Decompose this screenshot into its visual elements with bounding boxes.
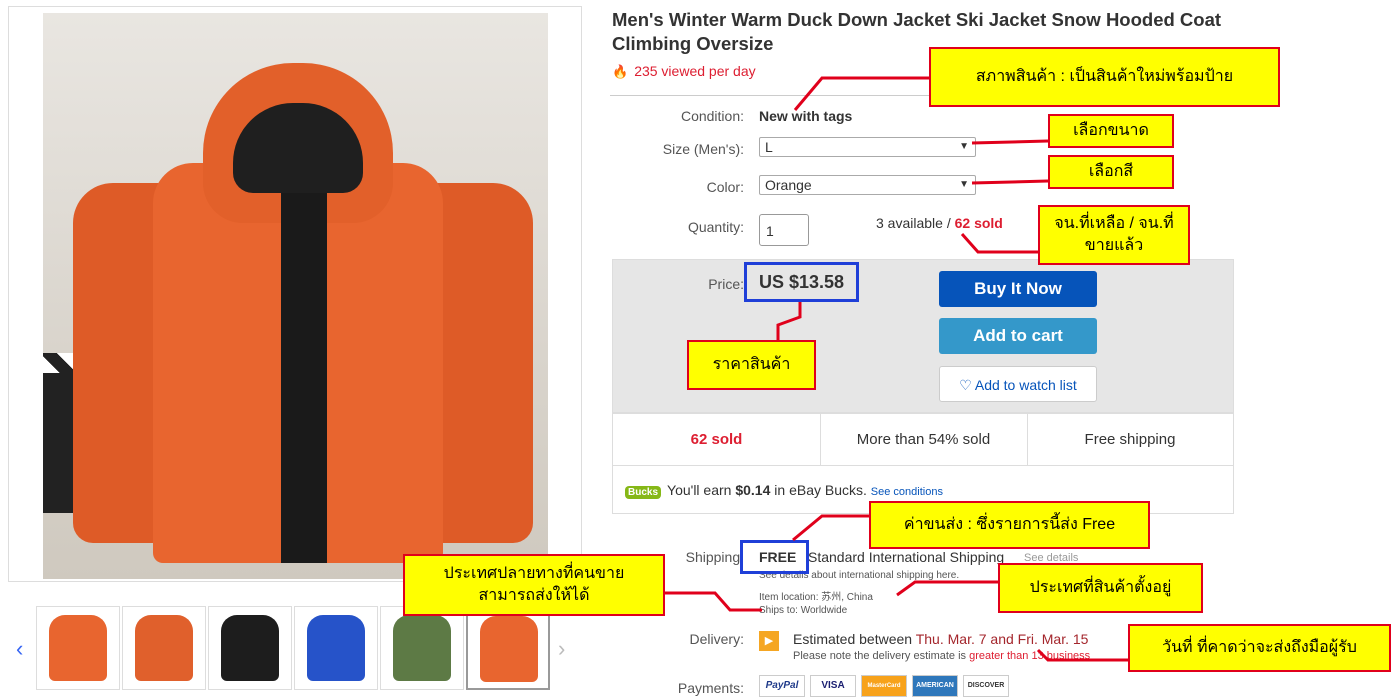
color-label: Color: bbox=[706, 179, 744, 195]
leader-quantity bbox=[960, 233, 1038, 254]
main-product-image[interactable] bbox=[8, 6, 582, 582]
stat-free-shipping: Free shipping bbox=[1084, 431, 1176, 448]
fire-icon: 🔥 bbox=[612, 64, 629, 79]
jacket-zipper bbox=[281, 193, 327, 563]
item-location: Item location: 苏州, China bbox=[759, 592, 873, 603]
availability: 3 available / 62 sold bbox=[876, 215, 1003, 231]
annotation-location: ประเทศที่สินค้าตั้งอยู่ bbox=[998, 563, 1203, 613]
leader-location bbox=[896, 580, 998, 597]
annotation-delivery-date: วันที่ ที่คาดว่าจะส่งถึงมือผู้รับ bbox=[1128, 624, 1391, 672]
condition-value: New with tags bbox=[759, 108, 853, 124]
delivery-estimate: Estimated between Thu. Mar. 7 and Fri. M… bbox=[793, 631, 1088, 647]
shipping-method: Standard International Shipping bbox=[808, 549, 1005, 565]
jacket-photo bbox=[43, 13, 548, 579]
bucks-text-post: in eBay Bucks. bbox=[770, 482, 871, 498]
free-shipping-highlight bbox=[740, 540, 809, 574]
visa-icon: VISA bbox=[810, 675, 856, 697]
color-selected-value: Orange bbox=[765, 177, 812, 193]
quantity-label: Quantity: bbox=[687, 219, 744, 235]
add-to-cart-button[interactable]: Add to cart bbox=[939, 318, 1097, 354]
bucks-amount: $0.14 bbox=[735, 482, 771, 498]
buy-it-now-button[interactable]: Buy It Now bbox=[939, 271, 1097, 307]
leader-shipping bbox=[792, 514, 869, 542]
annotation-price: ราคาสินค้า bbox=[687, 340, 816, 390]
delivery-label: Delivery: bbox=[689, 631, 744, 647]
annotation-color: เลือกสี bbox=[1048, 155, 1174, 189]
see-conditions-link[interactable]: See conditions bbox=[871, 486, 943, 498]
leader-size bbox=[971, 139, 1049, 145]
sales-stats: 62 sold More than 54% sold Free shipping bbox=[612, 413, 1234, 466]
sold-count: 62 sold bbox=[954, 215, 1003, 231]
delivery-note-text: Please note the delivery estimate is bbox=[793, 650, 970, 662]
thumbnail[interactable] bbox=[380, 606, 464, 690]
leader-destination bbox=[664, 591, 762, 612]
delivery-note: Please note the delivery estimate is gre… bbox=[793, 650, 1090, 662]
stat-percent-sold: More than 54% sold bbox=[856, 431, 991, 448]
quantity-input[interactable]: 1 bbox=[759, 214, 809, 246]
price-highlight bbox=[744, 262, 859, 302]
stat-sold: 62 sold bbox=[690, 431, 743, 448]
size-label: Size (Men's): bbox=[662, 141, 744, 157]
ships-to: Ships to: Worldwide bbox=[759, 605, 848, 616]
delivery-note-red: greater than 13 business bbox=[969, 650, 1091, 662]
thumb-prev-arrow-icon[interactable]: ‹ bbox=[16, 636, 23, 662]
condition-label: Condition: bbox=[680, 108, 744, 124]
thumbnail[interactable] bbox=[36, 606, 120, 690]
annotation-shipping-cost: ค่าขนส่ง : ซึ่งรายการนี้ส่ง Free bbox=[869, 501, 1150, 549]
bucks-text: You'll earn bbox=[667, 482, 736, 498]
thumb-next-arrow-icon[interactable]: › bbox=[558, 636, 565, 662]
ebay-bucks-logo: Bucks bbox=[625, 486, 662, 499]
color-select[interactable]: Orange ▼ bbox=[759, 175, 976, 195]
thumbnail[interactable] bbox=[122, 606, 206, 690]
size-selected-value: L bbox=[765, 139, 773, 155]
add-to-watch-list-button[interactable]: ♡ Add to watch list bbox=[939, 366, 1097, 402]
price-label: Price: bbox=[708, 276, 744, 292]
leader-condition bbox=[793, 76, 930, 111]
payments-label: Payments: bbox=[677, 680, 744, 696]
thumbnail-selected[interactable] bbox=[466, 606, 550, 690]
leader-color bbox=[971, 179, 1049, 185]
amex-icon: AMERICAN bbox=[912, 675, 958, 697]
annotation-destination: ประเทศปลายทางที่คนขายสามารถส่งให้ได้ bbox=[403, 554, 665, 616]
delivery-dates: Thu. Mar. 7 and Fri. Mar. 15 bbox=[915, 631, 1089, 647]
viewed-per-day: 🔥 235 viewed per day bbox=[612, 63, 756, 80]
delivery-estimate-text: Estimated between bbox=[793, 631, 916, 647]
dropdown-caret-icon: ▼ bbox=[959, 141, 969, 152]
paypal-icon: PayPal bbox=[759, 675, 805, 697]
available-text: 3 available / bbox=[876, 215, 955, 231]
size-select[interactable]: L ▼ bbox=[759, 137, 976, 157]
thumbnail[interactable] bbox=[294, 606, 378, 690]
discover-icon: DISCOVER bbox=[963, 675, 1009, 697]
viewed-text: 235 viewed per day bbox=[634, 63, 756, 79]
annotation-condition: สภาพสินค้า : เป็นสินค้าใหม่พร้อมป้าย bbox=[929, 47, 1280, 107]
thumbnail[interactable] bbox=[208, 606, 292, 690]
annotation-quantity: จน.ที่เหลือ / จน.ที่ขายแล้ว bbox=[1038, 205, 1190, 265]
mastercard-icon: MasterCard bbox=[861, 675, 907, 697]
delivery-flag-icon: ▶ bbox=[759, 631, 779, 651]
dropdown-caret-icon: ▼ bbox=[959, 179, 969, 190]
annotation-size: เลือกขนาด bbox=[1048, 114, 1174, 148]
